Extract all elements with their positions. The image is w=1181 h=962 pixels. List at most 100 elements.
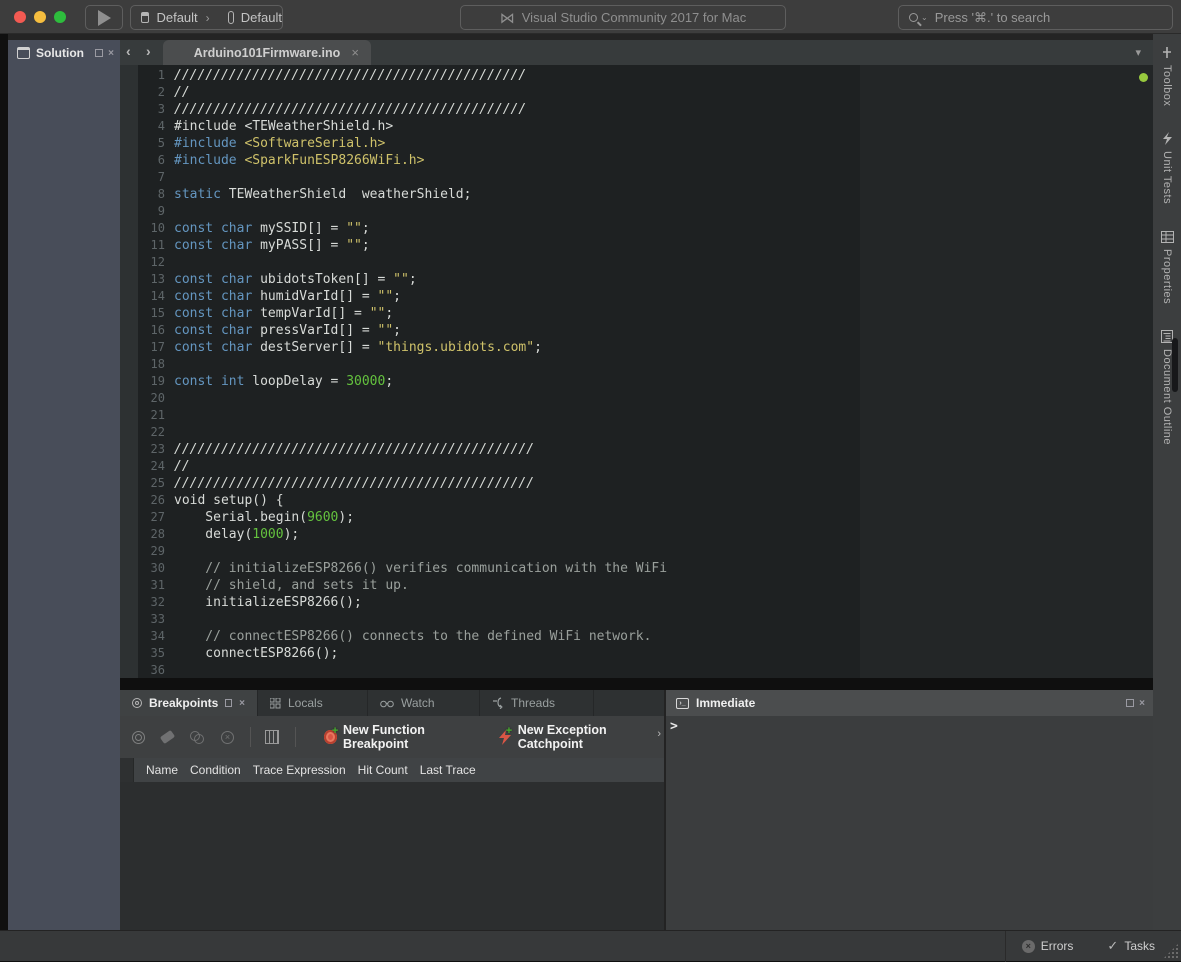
line-number: 18	[120, 356, 174, 373]
close-pad-icon[interactable]: ×	[239, 698, 245, 709]
line-number: 4	[120, 118, 174, 135]
breakpoint-rings-icon	[132, 698, 142, 708]
undock-icon[interactable]	[1126, 699, 1134, 707]
new-function-breakpoint-button[interactable]: + New Function Breakpoint	[324, 723, 484, 751]
code-line: 35 connectESP8266();	[120, 645, 1130, 662]
code-line: 18	[120, 356, 1130, 373]
code-line: 25//////////////////////////////////////…	[120, 475, 1130, 492]
dock-tab-unit-tests[interactable]: Unit Tests	[1161, 132, 1173, 204]
run-button[interactable]	[85, 5, 123, 30]
line-number: 7	[120, 169, 174, 186]
code-line: 6#include <SparkFunESP8266WiFi.h>	[120, 152, 1130, 169]
navigate-forward-button[interactable]: ›	[146, 43, 151, 59]
tab-watch-label: Watch	[401, 696, 435, 710]
new-exception-catchpoint-button[interactable]: + New Exception Catchpoint	[498, 723, 664, 751]
undock-icon[interactable]	[95, 49, 103, 57]
tab-threads[interactable]: Threads	[480, 690, 594, 716]
line-number: 14	[120, 288, 174, 305]
run-configuration-selector[interactable]: Default › Default	[130, 5, 283, 30]
search-chevron-icon: ⌄	[921, 13, 928, 22]
line-number: 27	[120, 509, 174, 526]
code-line: 33	[120, 611, 1130, 628]
line-number: 15	[120, 305, 174, 322]
line-number: 17	[120, 339, 174, 356]
toggle-breakpoints-icon[interactable]	[190, 731, 205, 744]
function-breakpoint-icon: +	[324, 730, 337, 744]
vs-mac-logo-icon: ⋈	[500, 9, 515, 27]
code-line: 3///////////////////////////////////////…	[120, 101, 1130, 118]
dock-tab-properties[interactable]: Properties	[1161, 231, 1174, 304]
line-number: 32	[120, 594, 174, 611]
exception-catchpoint-icon: +	[498, 730, 512, 745]
solution-pad: Solution ×	[8, 40, 120, 930]
toolbar-overflow-icon[interactable]: ›	[657, 728, 661, 740]
column-last-trace[interactable]: Last Trace	[408, 763, 476, 777]
code-editor[interactable]: 1///////////////////////////////////////…	[120, 65, 1153, 678]
immediate-pad-header: ›_ Immediate ×	[666, 690, 1153, 716]
document-tab[interactable]: Arduino101Firmware.ino ×	[163, 40, 371, 65]
column-options-icon[interactable]	[265, 730, 279, 744]
traffic-zoom-button[interactable]	[54, 11, 66, 23]
navigate-back-button[interactable]: ‹	[126, 43, 131, 59]
tab-breakpoints[interactable]: Breakpoints ×	[120, 690, 258, 716]
errors-button[interactable]: × Errors	[1022, 939, 1074, 953]
code-line: 23//////////////////////////////////////…	[120, 441, 1130, 458]
project-config-icon	[141, 12, 149, 23]
immediate-console-input[interactable]: >	[666, 716, 1153, 734]
tab-locals[interactable]: Locals	[258, 690, 368, 716]
tab-close-icon[interactable]: ×	[351, 45, 359, 60]
console-icon: ›_	[676, 698, 689, 709]
window-left-edge	[0, 34, 8, 930]
status-bar: × Errors ✓ Tasks	[0, 930, 1181, 961]
code-line: 28 delay(1000);	[120, 526, 1130, 543]
breakpoint-icon-column	[120, 758, 134, 782]
toolbar-divider	[295, 727, 296, 747]
code-line: 9	[120, 203, 1130, 220]
tab-threads-label: Threads	[511, 696, 555, 710]
column-hit-count[interactable]: Hit Count	[346, 763, 408, 777]
line-number: 36	[120, 662, 174, 678]
line-number: 6	[120, 152, 174, 169]
column-condition[interactable]: Condition	[178, 763, 241, 777]
traffic-minimize-button[interactable]	[34, 11, 46, 23]
line-number: 3	[120, 101, 174, 118]
dock-tab-toolbox[interactable]: Toolbox	[1161, 46, 1173, 106]
breakpoints-list-empty[interactable]	[120, 782, 664, 930]
code-line: 34 // connectESP8266() connects to the d…	[120, 628, 1130, 645]
unit-tests-lightning-icon	[1162, 132, 1173, 145]
close-pad-icon[interactable]: ×	[1139, 698, 1145, 709]
traffic-close-button[interactable]	[14, 11, 26, 23]
tab-locals-label: Locals	[288, 696, 323, 710]
tasks-check-icon: ✓	[1107, 938, 1118, 954]
disable-breakpoint-icon[interactable]: ×	[221, 731, 234, 744]
line-number: 29	[120, 543, 174, 560]
tab-breakpoints-label: Breakpoints	[149, 696, 218, 710]
line-number: 21	[120, 407, 174, 424]
resize-grip[interactable]	[1163, 943, 1179, 959]
code-line: 29	[120, 543, 1130, 560]
tasks-label: Tasks	[1124, 939, 1155, 953]
undock-icon[interactable]	[225, 699, 232, 707]
tab-watch[interactable]: Watch	[368, 690, 480, 716]
editor-scrollbar-thumb[interactable]	[1172, 338, 1178, 392]
new-breakpoint-icon[interactable]	[132, 731, 145, 744]
code-line: 2//	[120, 84, 1130, 101]
clear-breakpoints-icon[interactable]	[161, 733, 174, 741]
line-number: 23	[120, 441, 174, 458]
config-primary-label[interactable]: Default	[156, 10, 197, 25]
toolbar-divider	[250, 727, 251, 747]
tasks-button[interactable]: ✓ Tasks	[1107, 938, 1155, 954]
column-name[interactable]: Name	[134, 763, 178, 777]
config-secondary-label[interactable]: Default	[241, 10, 282, 25]
code-line: 17const char destServer[] = "things.ubid…	[120, 339, 1130, 356]
statusbar-divider	[1005, 931, 1006, 962]
locals-grid-icon	[270, 698, 281, 709]
column-trace-expression[interactable]: Trace Expression	[241, 763, 346, 777]
tab-list-dropdown-icon[interactable]: ▾	[1135, 46, 1141, 59]
watch-glasses-icon	[380, 698, 394, 708]
code-line: 11const char myPASS[] = "";	[120, 237, 1130, 254]
close-pad-icon[interactable]: ×	[108, 48, 114, 59]
search-input[interactable]: ⌄ Press '⌘.' to search	[898, 5, 1173, 30]
immediate-prompt: >	[670, 719, 678, 734]
line-number: 26	[120, 492, 174, 509]
